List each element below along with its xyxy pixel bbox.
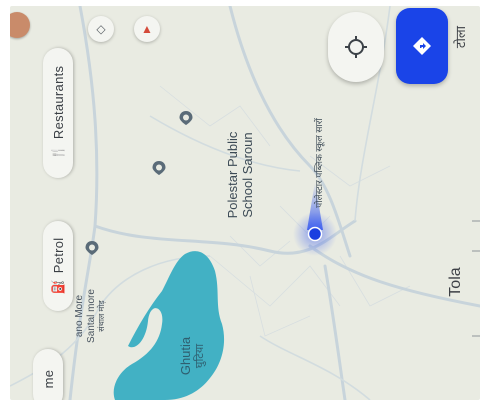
petrol-chip[interactable]: ⛽ Petrol [43, 221, 73, 311]
place-pin-icon[interactable] [151, 160, 167, 176]
compass-button[interactable] [328, 12, 384, 82]
layers-icon[interactable]: ◇ [88, 16, 114, 42]
fuel-pump-icon: ⛽ [51, 279, 65, 295]
restaurants-chip[interactable]: 🍴 Restaurants [43, 48, 73, 178]
school-hindi-label: पोलेस्टार पब्लिक स्कूल सारों [314, 118, 324, 208]
petrol-label: Petrol [50, 237, 66, 274]
compass-icon [345, 36, 367, 58]
navigate-button[interactable] [396, 8, 448, 84]
restaurants-label: Restaurants [50, 65, 66, 140]
lake-label[interactable]: Ghutia घुटिया [178, 311, 211, 400]
santal-more-label[interactable]: ano More Santal more संथाल मोड़ [74, 256, 114, 376]
navigate-diamond-icon [413, 37, 431, 55]
place-pin-icon[interactable] [178, 110, 194, 126]
top-right-place-label[interactable]: टोला [453, 12, 472, 62]
place-pin-icon[interactable] [84, 240, 100, 256]
tola-label[interactable]: Tola [447, 252, 469, 312]
explore-arrow-icon[interactable]: ▲ [134, 16, 160, 42]
scale-ticks [472, 220, 480, 337]
home-chip[interactable]: me [33, 349, 63, 400]
map-viewport[interactable]: 🍴 Restaurants ⛽ Petrol me ◇ ▲ Polestar P… [10, 6, 480, 400]
fork-knife-icon: 🍴 [51, 145, 65, 161]
school-label[interactable]: Polestar Public School Saroun [225, 100, 260, 250]
home-label: me [40, 369, 56, 389]
